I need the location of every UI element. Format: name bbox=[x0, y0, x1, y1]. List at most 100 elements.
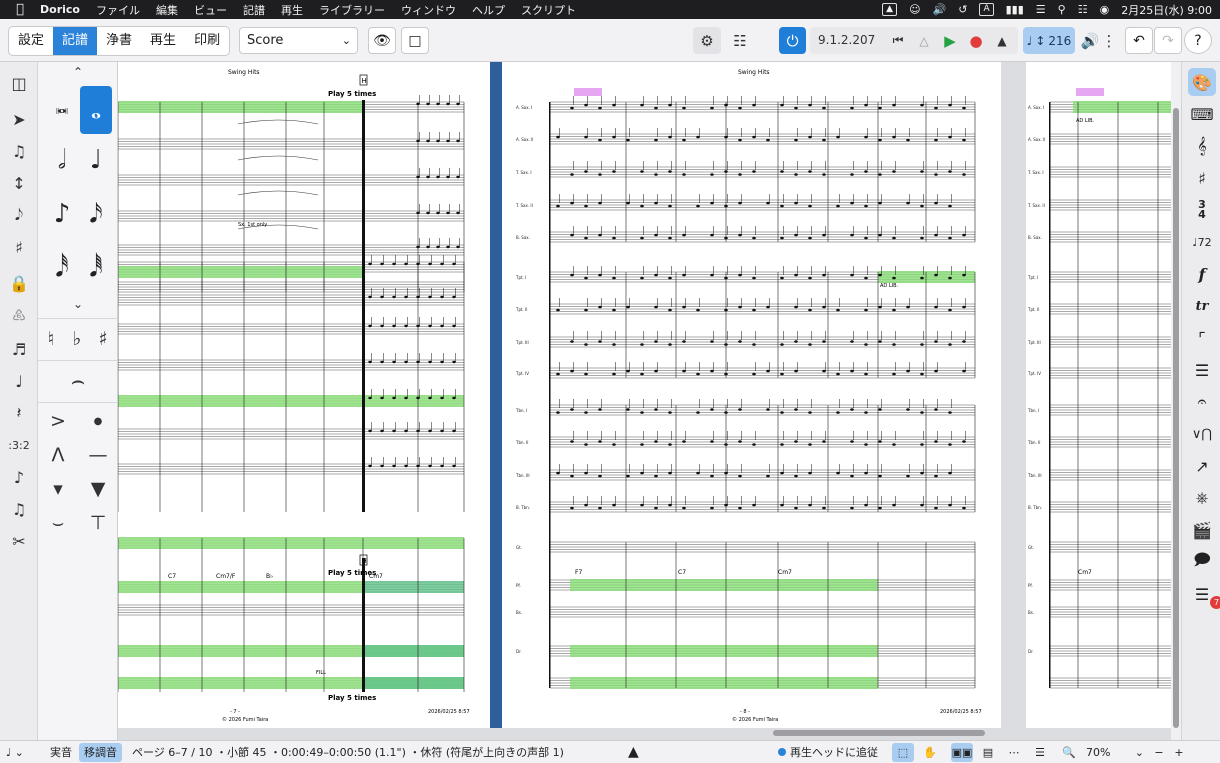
staccatissimo-icon[interactable]: ▾ bbox=[42, 474, 74, 504]
sharp-icon[interactable]: ♯ bbox=[90, 324, 116, 354]
time-signature-icon[interactable]: 34 bbox=[1188, 196, 1216, 224]
select-tool-icon[interactable]: ➤ bbox=[6, 106, 32, 132]
rehearsal-mark[interactable]: H bbox=[362, 77, 367, 85]
flat-icon[interactable]: ♭ bbox=[64, 324, 90, 354]
score-view[interactable]: A. Sax. I A. Sax. I A. Sax. II A. Sax. II T.… bbox=[118, 62, 1171, 740]
scrollbar-thumb[interactable] bbox=[1173, 108, 1179, 728]
redo-button[interactable]: ↷ bbox=[1154, 27, 1182, 54]
thirty-second-note-icon[interactable]: 𝅘𝅥𝅰 bbox=[46, 248, 78, 288]
zoom-select[interactable]: 70% ⌄ bbox=[1086, 743, 1144, 762]
tab-engrave[interactable]: 浄書 bbox=[97, 27, 141, 55]
chord-symbol[interactable]: F7 bbox=[575, 569, 582, 576]
tab-write[interactable]: 記譜 bbox=[53, 27, 98, 55]
scissors-icon[interactable]: ✂ bbox=[6, 528, 32, 554]
natural-icon[interactable]: ♮ bbox=[38, 324, 64, 354]
marcato-icon[interactable]: Λ bbox=[42, 440, 74, 470]
palette-icon[interactable]: 🎨 bbox=[1188, 68, 1216, 96]
chord-symbol[interactable]: C7 bbox=[168, 573, 176, 580]
repeat-endings-icon[interactable]: ⌜ bbox=[1188, 324, 1216, 352]
concert-pitch-button[interactable]: 実音 bbox=[45, 743, 77, 762]
smiley-icon[interactable]: ☺ bbox=[909, 3, 920, 16]
ad-lib-text[interactable]: AD LIB. bbox=[880, 283, 899, 289]
fill-text[interactable]: FILL bbox=[316, 670, 326, 676]
rest-icon[interactable]: 𝄽 bbox=[6, 400, 32, 426]
chord-symbol[interactable]: Cm7/F bbox=[216, 573, 236, 580]
control-center-icon[interactable]: ☷ bbox=[1078, 3, 1088, 16]
dynamics-icon[interactable]: f bbox=[1188, 260, 1216, 288]
tempo-display[interactable]: ♩ ↕ 216 bbox=[1023, 27, 1075, 54]
holds-pauses-icon[interactable]: 𝄐 bbox=[1188, 388, 1216, 416]
zoom-icon[interactable]: 🔍 bbox=[1058, 743, 1080, 762]
rehearsal-mark[interactable]: H bbox=[362, 557, 367, 565]
tie-tool-icon[interactable]: ♫ bbox=[6, 496, 32, 522]
clef-icon[interactable]: 𝄞 bbox=[1188, 132, 1216, 160]
tenuto-staccato-icon[interactable]: ⊤ bbox=[82, 508, 114, 538]
battery-icon[interactable]: ▮▮▮ bbox=[1006, 3, 1024, 16]
chord-symbol[interactable]: C7 bbox=[678, 569, 686, 576]
record-icon[interactable]: ● bbox=[968, 27, 984, 54]
eighth-note-icon[interactable]: ♪ bbox=[46, 194, 78, 234]
tenuto-icon[interactable]: — bbox=[82, 440, 114, 470]
play-text-bottom[interactable]: Play 5 times bbox=[328, 694, 376, 702]
rewind-icon[interactable]: ⏮ bbox=[890, 27, 906, 54]
chevron-up-icon[interactable]: ⌃ bbox=[62, 62, 94, 82]
play-icon[interactable]: ▶ bbox=[942, 27, 958, 54]
grace-note-slash-icon[interactable]: ♪ bbox=[6, 464, 32, 490]
volume-button[interactable]: 🔊 bbox=[1080, 27, 1100, 54]
chord-symbol[interactable]: Cm7 bbox=[1078, 569, 1092, 576]
chord-symbol[interactable]: Cm7 bbox=[778, 569, 792, 576]
lock-duration-icon[interactable]: 🔒 bbox=[6, 270, 32, 296]
menu-view[interactable]: ビュー bbox=[194, 2, 227, 18]
panel-toggle-icon[interactable]: ◫ bbox=[6, 70, 32, 96]
note-input-icon[interactable]: ♫ bbox=[6, 138, 32, 164]
force-duration-icon[interactable]: ♸ bbox=[6, 302, 32, 328]
app-name-menu[interactable]: Dorico bbox=[40, 3, 80, 16]
galley-view-icon[interactable]: ⋯ bbox=[1003, 743, 1025, 762]
video-clapper-icon[interactable]: 🎬 bbox=[1188, 516, 1216, 544]
insert-mode-icon[interactable]: ↕ bbox=[6, 170, 32, 196]
quarter-note-icon[interactable]: ♩ bbox=[80, 140, 112, 180]
hand-tool-icon[interactable]: ✋ bbox=[919, 743, 941, 762]
playback-power-button[interactable]: ⏻ bbox=[779, 27, 806, 54]
zoom-out-button[interactable]: − bbox=[1148, 743, 1170, 762]
chord-symbol[interactable]: Cm7 bbox=[369, 573, 383, 580]
stress-icon[interactable]: ⌣ bbox=[42, 508, 74, 538]
slur-icon[interactable]: ⌢ bbox=[58, 366, 98, 396]
comments-icon[interactable]: 🗩 bbox=[1188, 548, 1216, 576]
wedge-icon[interactable]: ▼ bbox=[82, 474, 114, 504]
single-page-icon[interactable]: ▤ bbox=[977, 743, 999, 762]
sixty-fourth-note-icon[interactable]: 𝅘𝅥𝅱 bbox=[80, 248, 112, 288]
tab-print[interactable]: 印刷 bbox=[185, 27, 229, 55]
vertical-scrollbar[interactable] bbox=[1171, 62, 1181, 740]
menu-script[interactable]: スクリプト bbox=[521, 2, 576, 18]
mixer-button[interactable]: ☷ bbox=[727, 27, 753, 54]
tab-play[interactable]: 再生 bbox=[141, 27, 185, 55]
tempo-icon[interactable]: ♩72 bbox=[1188, 228, 1216, 256]
menu-library[interactable]: ライブラリー bbox=[319, 2, 385, 18]
menu-help[interactable]: ヘルプ bbox=[472, 2, 505, 18]
keyboard-icon[interactable]: ⌨ bbox=[1188, 100, 1216, 128]
zoom-in-button[interactable]: + bbox=[1168, 743, 1190, 762]
slash-voice-icon[interactable]: ♯ bbox=[6, 234, 32, 260]
marquee-select-icon[interactable]: ⬚ bbox=[892, 743, 914, 762]
tuplet-icon[interactable]: :3:2 bbox=[6, 432, 32, 458]
follow-playhead-toggle[interactable]: 再生ヘッドに追従 bbox=[778, 743, 878, 762]
view-options-button[interactable]: 👁 bbox=[368, 27, 396, 54]
wifi-icon[interactable]: ☰ bbox=[1036, 3, 1046, 16]
tab-setup[interactable]: 設定 bbox=[9, 27, 53, 55]
tremolo-icon[interactable]: ☰ bbox=[1188, 356, 1216, 384]
time-machine-icon[interactable]: ↺ bbox=[958, 3, 967, 16]
siri-icon[interactable]: ◉ bbox=[1100, 3, 1110, 16]
metronome-icon[interactable]: △ bbox=[916, 27, 932, 54]
harp-pedal-icon[interactable]: ⎈ bbox=[1188, 484, 1216, 512]
accessibility-icon[interactable]: ▲ bbox=[882, 3, 898, 16]
help-button[interactable]: ? bbox=[1184, 27, 1212, 54]
chevron-down-icon[interactable]: ⌄ bbox=[62, 294, 94, 314]
solo-text[interactable]: Sx. 1st only bbox=[238, 222, 267, 228]
grace-note-icon[interactable]: 𝅘𝅥𝅮 bbox=[6, 202, 32, 228]
properties-checklist-icon[interactable]: ☰ 7 bbox=[1188, 580, 1220, 609]
key-signature-icon[interactable]: ♯ bbox=[1188, 164, 1216, 192]
ornaments-icon[interactable]: tr bbox=[1188, 292, 1216, 320]
input-method-icon[interactable]: ♩ ⌄ bbox=[6, 743, 24, 762]
spotlight-icon[interactable]: ⚲ bbox=[1058, 3, 1066, 16]
